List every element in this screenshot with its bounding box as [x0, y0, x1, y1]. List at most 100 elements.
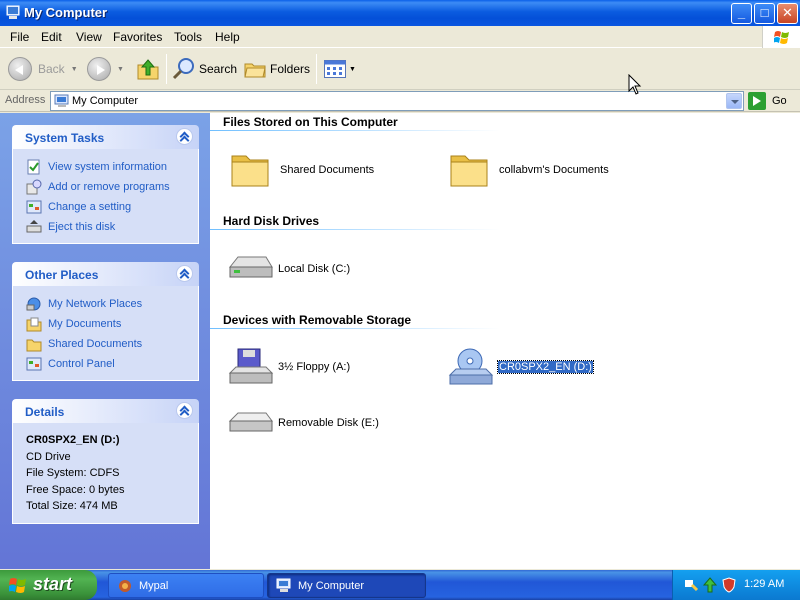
- item-label: collabvm's Documents: [499, 164, 609, 176]
- taskbar-button-my-computer[interactable]: My Computer: [267, 573, 426, 598]
- cd-drive-icon: [448, 348, 494, 385]
- place-my-network-places[interactable]: My Network Places: [26, 294, 198, 314]
- address-dropdown-button[interactable]: [726, 93, 742, 109]
- item-removable-disk-e[interactable]: Removable Disk (E:): [226, 403, 379, 443]
- menu-bar: File Edit View Favorites Tools Help: [0, 26, 800, 48]
- minimize-button[interactable]: _: [731, 3, 752, 24]
- system-info-icon: [27, 159, 40, 175]
- network-places-icon: [26, 297, 41, 311]
- start-label: start: [33, 574, 73, 594]
- eject-disk-icon: [26, 220, 42, 233]
- chevron-down-icon: ▼: [70, 65, 78, 73]
- go-arrow-icon: [748, 92, 766, 110]
- back-button[interactable]: Back ▼: [8, 55, 78, 83]
- task-add-remove-programs[interactable]: Add or remove programs: [26, 177, 198, 197]
- system-tray: 1:29 AM: [672, 570, 800, 600]
- removable-disk-icon: [228, 412, 273, 432]
- taskbar-button-mypal[interactable]: Mypal: [108, 573, 264, 598]
- menu-favorites[interactable]: Favorites: [113, 30, 162, 44]
- chevron-down-icon: ▼: [117, 65, 124, 73]
- place-label: My Documents: [48, 318, 122, 330]
- back-label: Back: [38, 62, 65, 76]
- place-my-documents[interactable]: My Documents: [26, 314, 198, 334]
- windows-flag-icon: [774, 31, 789, 44]
- mypal-icon: [119, 579, 131, 592]
- close-button[interactable]: ✕: [777, 3, 798, 24]
- floppy-drive-icon: [228, 348, 274, 384]
- views-icon: [324, 60, 346, 78]
- forward-arrow-icon: [87, 57, 111, 81]
- other-places-header[interactable]: Other Places: [12, 262, 199, 286]
- folders-button[interactable]: Folders: [243, 55, 310, 83]
- tray-network-icon[interactable]: [683, 577, 699, 593]
- control-panel-icon: [26, 200, 42, 214]
- add-remove-programs-icon: [26, 179, 42, 195]
- task-label: Add or remove programs: [48, 181, 170, 193]
- collapse-chevron-icon[interactable]: [176, 265, 193, 282]
- item-label: 3½ Floppy (A:): [278, 361, 351, 373]
- taskbar-button-label: My Computer: [298, 579, 365, 592]
- collapse-chevron-icon[interactable]: [176, 402, 193, 419]
- item-label: Shared Documents: [280, 164, 375, 176]
- menu-file[interactable]: File: [10, 30, 29, 44]
- task-change-a-setting[interactable]: Change a setting: [26, 197, 198, 217]
- task-label: Change a setting: [48, 201, 132, 213]
- item-shared-documents[interactable]: Shared Documents: [228, 150, 374, 190]
- search-label: Search: [199, 62, 238, 76]
- menu-tools[interactable]: Tools: [174, 30, 202, 44]
- maximize-button[interactable]: □: [754, 3, 775, 24]
- group-header-hard-disk-drives: Hard Disk Drives: [223, 214, 320, 228]
- taskbar-button-label: Mypal: [139, 579, 169, 592]
- group-header-removable-storage: Devices with Removable Storage: [223, 313, 412, 327]
- search-button[interactable]: Search: [172, 55, 237, 83]
- task-eject-this-disk[interactable]: Eject this disk: [26, 217, 198, 237]
- tray-clock[interactable]: 1:29 AM: [744, 578, 784, 590]
- item-cd-drive-d[interactable]: CR0SPX2_EN (D:): [446, 347, 594, 387]
- control-panel-icon: [26, 357, 42, 371]
- place-label: Control Panel: [48, 358, 115, 370]
- system-tasks-title: System Tasks: [25, 131, 105, 145]
- file-list-view[interactable]: Files Stored on This Computer Shared Doc…: [210, 113, 800, 569]
- place-shared-documents[interactable]: Shared Documents: [26, 334, 198, 354]
- chevron-down-icon: ▼: [349, 65, 356, 73]
- up-folder-icon: [137, 59, 159, 80]
- details-free-space: Free Space: 0 bytes: [26, 483, 125, 496]
- details-panel: Details CR0SPX2_EN (D:) CD Drive File Sy…: [12, 399, 199, 524]
- item-floppy-a[interactable]: 3½ Floppy (A:): [226, 347, 350, 387]
- start-button[interactable]: start: [0, 570, 97, 600]
- title-bar[interactable]: My Computer _ □ ✕: [0, 0, 800, 26]
- address-bar: Address My Computer Go: [0, 90, 800, 112]
- windows-logo: [762, 26, 800, 48]
- group-header-files-stored: Files Stored on This Computer: [223, 115, 398, 129]
- place-label: Shared Documents: [48, 338, 143, 350]
- mouse-cursor-icon: [628, 74, 642, 95]
- search-icon: [172, 58, 194, 80]
- menu-view[interactable]: View: [76, 30, 102, 44]
- tray-update-icon[interactable]: [702, 577, 718, 593]
- details-header[interactable]: Details: [12, 399, 199, 423]
- address-label: Address: [5, 94, 46, 106]
- task-pane: System Tasks View system information Add…: [0, 113, 210, 569]
- my-documents-icon: [26, 317, 42, 332]
- forward-button[interactable]: ▼: [87, 55, 124, 83]
- my-computer-icon: [54, 94, 69, 107]
- go-button[interactable]: Go: [748, 92, 787, 110]
- menu-help[interactable]: Help: [215, 30, 240, 44]
- views-button[interactable]: ▼: [324, 55, 356, 83]
- task-view-system-information[interactable]: View system information: [26, 157, 198, 177]
- system-tasks-header[interactable]: System Tasks: [12, 125, 199, 149]
- address-value: My Computer: [72, 95, 139, 107]
- folder-icon: [450, 155, 488, 187]
- other-places-title: Other Places: [25, 268, 99, 282]
- item-local-disk-c[interactable]: Local Disk (C:): [226, 249, 350, 289]
- tray-security-shield-icon[interactable]: [721, 577, 737, 593]
- taskbar: start Mypal My Computer 1:29 AM: [0, 570, 800, 600]
- go-label: Go: [772, 95, 787, 107]
- item-label-selected: CR0SPX2_EN (D:): [497, 360, 594, 374]
- menu-edit[interactable]: Edit: [41, 30, 62, 44]
- details-total-size: Total Size: 474 MB: [26, 500, 118, 512]
- collapse-chevron-icon[interactable]: [176, 128, 193, 145]
- up-folder-button[interactable]: [136, 55, 160, 83]
- item-collabvm-documents[interactable]: collabvm's Documents: [447, 150, 609, 190]
- place-control-panel[interactable]: Control Panel: [26, 354, 198, 374]
